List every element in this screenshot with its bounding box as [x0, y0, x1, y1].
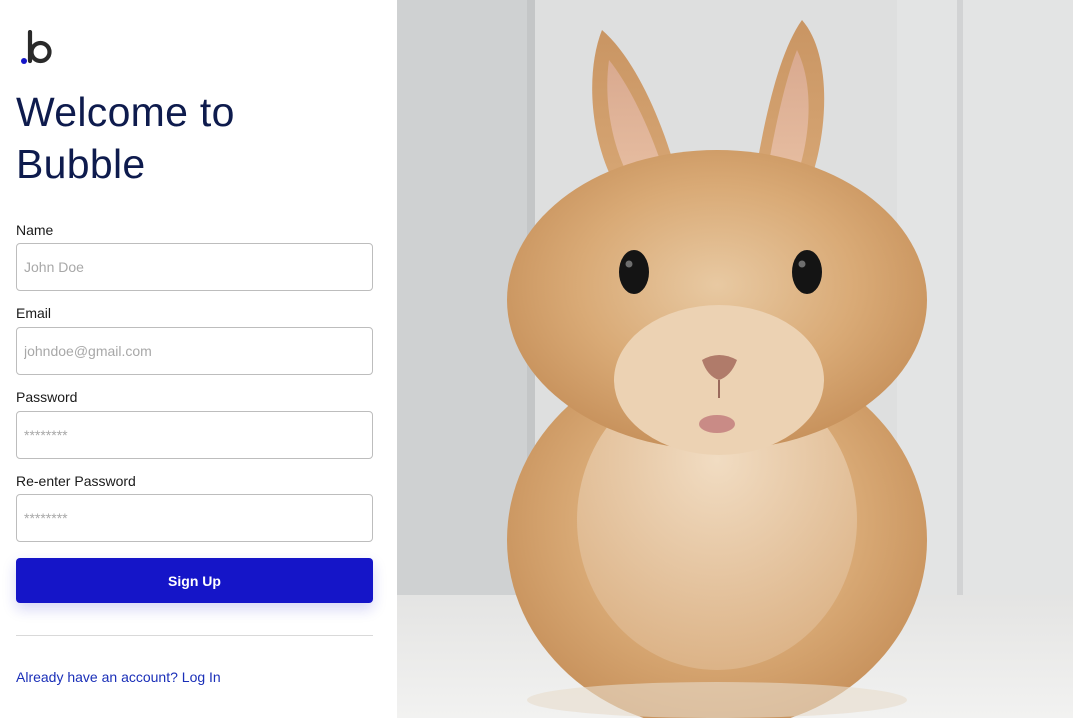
email-field[interactable]	[16, 327, 373, 375]
reenter-password-label: Re-enter Password	[16, 473, 136, 489]
signup-page: Welcome to Bubble Name Email Password Re…	[0, 0, 1083, 726]
hero-image-rabbit-photo	[397, 0, 1073, 718]
signup-panel: Welcome to Bubble Name Email Password Re…	[0, 0, 397, 726]
page-title: Welcome to Bubble	[16, 86, 376, 190]
password-label: Password	[16, 389, 78, 405]
bubble-logo-icon	[20, 30, 54, 66]
title-line-2: Bubble	[16, 141, 146, 187]
email-label: Email	[16, 305, 52, 321]
log-in-link[interactable]: Already have an account? Log In	[16, 669, 221, 685]
divider	[16, 635, 373, 636]
sign-up-button[interactable]: Sign Up	[16, 558, 373, 603]
password-field[interactable]	[16, 411, 373, 459]
name-label: Name	[16, 222, 54, 238]
reenter-password-field[interactable]	[16, 494, 373, 542]
title-line-1: Welcome to	[16, 89, 235, 135]
name-field[interactable]	[16, 243, 373, 291]
